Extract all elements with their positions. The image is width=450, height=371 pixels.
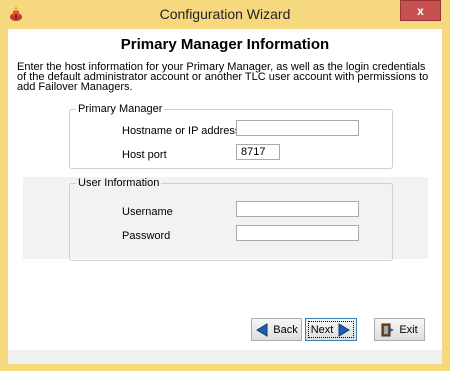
user-information-group: User Information <box>69 177 393 261</box>
exit-button[interactable]: Exit <box>374 318 425 341</box>
password-label: Password <box>122 230 171 242</box>
primary-manager-legend: Primary Manager <box>76 103 165 115</box>
arrow-right-icon <box>337 322 351 337</box>
arrow-left-icon <box>255 322 269 337</box>
next-button-label: Next <box>310 323 334 336</box>
close-icon: x <box>417 3 424 18</box>
page-title: Primary Manager Information <box>120 36 330 53</box>
status-strip <box>8 350 442 364</box>
back-button[interactable]: Back <box>251 318 302 341</box>
window-title: Configuration Wizard <box>159 6 291 22</box>
close-button[interactable]: x <box>400 0 441 21</box>
title-bar[interactable]: Configuration Wizard x <box>0 0 450 28</box>
wizard-page: Primary Manager Information Enter the ho… <box>8 29 442 350</box>
username-label: Username <box>122 206 173 218</box>
back-button-label: Back <box>273 323 298 336</box>
page-description: Enter the host information for your Prim… <box>17 61 429 93</box>
host-port-label: Host port <box>122 149 167 161</box>
username-input[interactable] <box>236 201 359 217</box>
hostname-input[interactable] <box>236 120 359 136</box>
password-input[interactable] <box>236 225 359 241</box>
hostname-label: Hostname or IP address <box>122 125 241 137</box>
next-button[interactable]: Next <box>305 318 357 341</box>
exit-door-icon <box>381 323 395 337</box>
primary-manager-group: Primary Manager <box>69 103 393 169</box>
host-port-input[interactable] <box>236 144 280 160</box>
user-information-legend: User Information <box>76 177 162 189</box>
exit-button-label: Exit <box>399 323 418 336</box>
wizard-window: Configuration Wizard x Primary Manager I… <box>0 0 450 371</box>
